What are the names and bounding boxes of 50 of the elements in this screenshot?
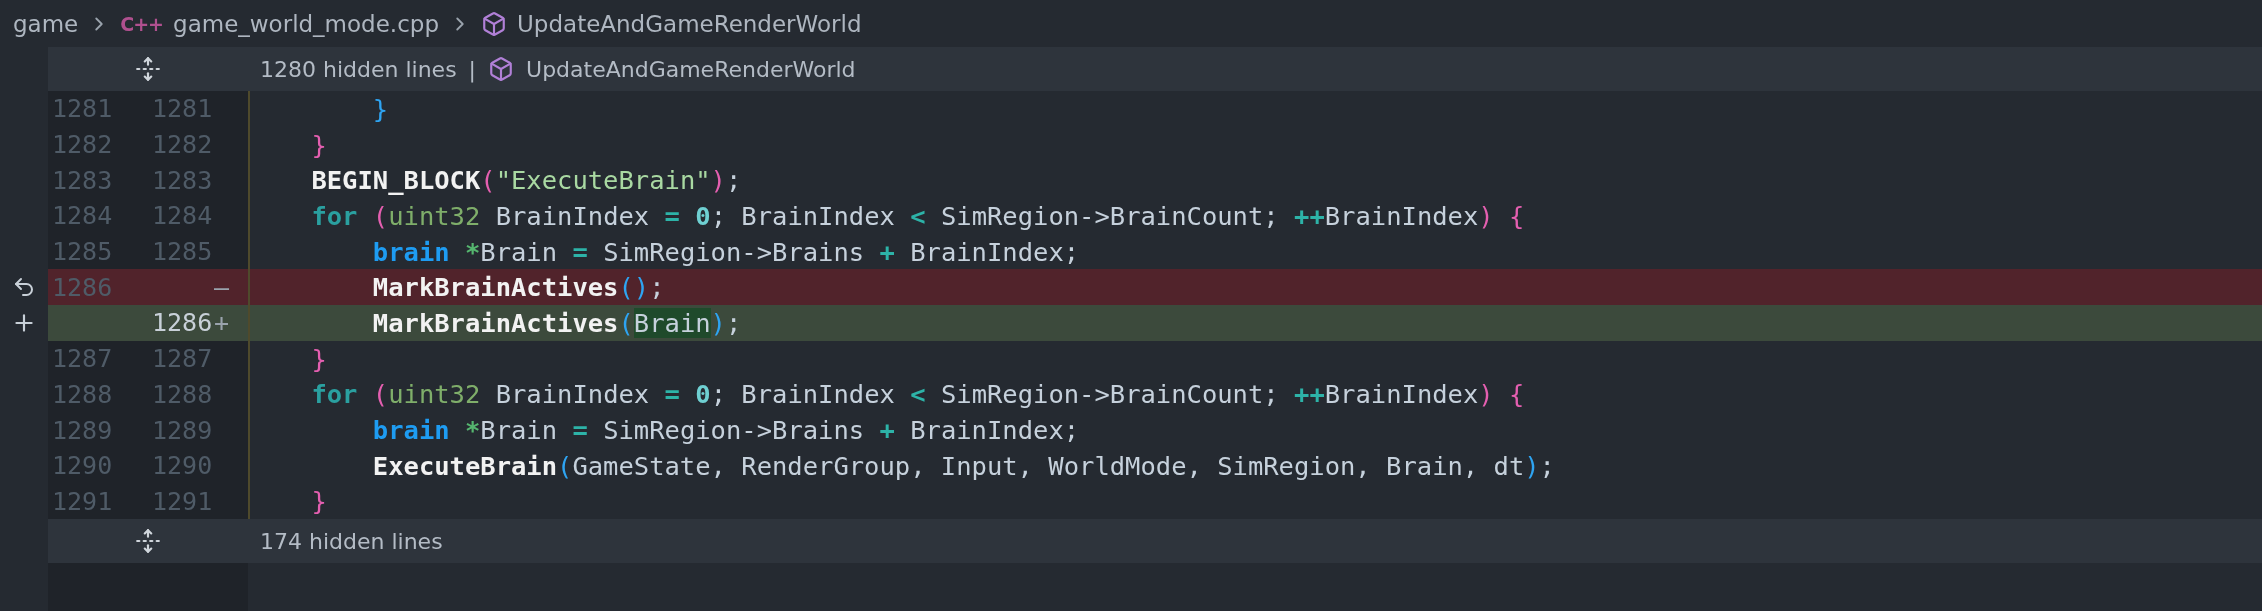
- line-number: 1287: [152, 344, 213, 374]
- unfold-icon[interactable]: [135, 528, 161, 555]
- breadcrumb-item[interactable]: game_world_mode.cpp: [173, 10, 439, 37]
- line-number: 1288: [152, 379, 213, 409]
- line-number: 1290: [152, 451, 213, 481]
- line-number: 1288: [52, 379, 113, 409]
- line-number: 1284: [152, 201, 213, 231]
- code-line: }: [371, 93, 389, 124]
- separator: |: [468, 56, 477, 82]
- line-number: 1286: [52, 272, 113, 302]
- line-number: 1283: [52, 165, 113, 195]
- breadcrumb-item[interactable]: UpdateAndGameRenderWorld: [517, 10, 862, 37]
- line-number: 1289: [152, 415, 213, 445]
- code-line: for (uint32 BrainIndex = 0; BrainIndex < SimRegion->BrainCount; ++BrainIndex) {: [310, 379, 1525, 410]
- code-line: }: [310, 343, 327, 374]
- hidden-lines-bar[interactable]: 1280 hidden lines | UpdateAndGameRenderWorld: [48, 47, 2262, 91]
- line-number: 1291: [52, 486, 113, 516]
- line-number: 1282: [52, 130, 113, 160]
- hidden-lines-bar[interactable]: 174 hidden lines: [48, 519, 2262, 564]
- change-marker: +: [214, 308, 230, 338]
- line-number: 1291: [152, 486, 213, 516]
- code-line: }: [310, 129, 327, 160]
- symbol-label: UpdateAndGameRenderWorld: [526, 56, 856, 82]
- code-line: for (uint32 BrainIndex = 0; BrainIndex < SimRegion->BrainCount; ++BrainIndex) {: [310, 200, 1525, 231]
- line-number: 1284: [52, 201, 113, 231]
- line-number: 1285: [52, 237, 113, 267]
- cube-icon: [488, 56, 515, 82]
- code-line: brain *Brain = SimRegion->Brains + BrainIndex;: [371, 236, 1080, 267]
- code-line: BEGIN_BLOCK("ExecuteBrain");: [310, 165, 742, 196]
- line-number: 1285: [152, 237, 213, 267]
- code-line: ExecuteBrain(GameState, RenderGroup, Input, WorldMode, SimRegion, Brain, dt);: [371, 450, 1555, 481]
- line-number: 1287: [52, 344, 113, 374]
- line-number: 1290: [52, 451, 113, 481]
- code-line: }: [310, 486, 327, 517]
- code-line: MarkBrainActives();: [371, 272, 665, 303]
- line-number: 1286: [152, 308, 213, 338]
- hidden-lines-label: 174 hidden lines: [260, 528, 443, 554]
- cpp-file-icon: C++: [120, 12, 164, 35]
- line-number: 1282: [152, 130, 213, 160]
- cube-icon: [481, 10, 507, 37]
- line-number: 1281: [52, 94, 113, 124]
- breadcrumb-item[interactable]: game: [13, 10, 79, 37]
- hidden-lines-label: 1280 hidden lines: [260, 56, 457, 82]
- unfold-icon[interactable]: [135, 56, 161, 82]
- change-marker: —: [214, 272, 230, 302]
- line-number: 1281: [152, 94, 213, 124]
- code-line: brain *Brain = SimRegion->Brains + BrainIndex;: [371, 415, 1080, 446]
- code-line: MarkBrainActives(Brain);: [371, 307, 742, 338]
- line-number: 1283: [152, 165, 213, 195]
- line-number: 1289: [52, 415, 113, 445]
